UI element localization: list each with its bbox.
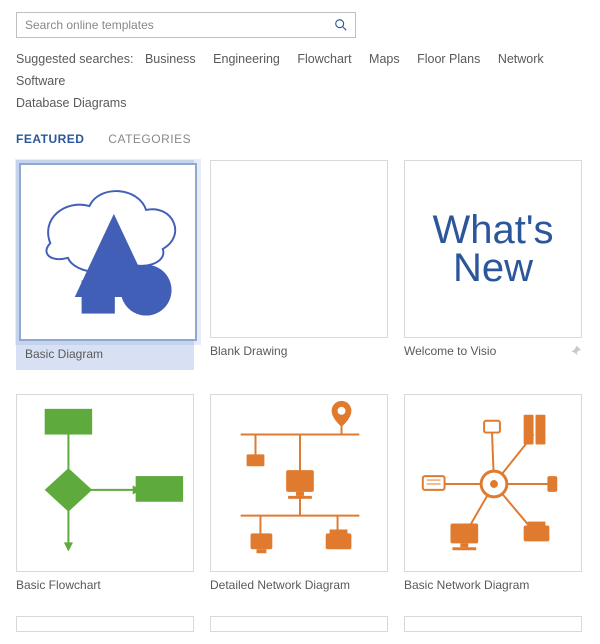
suggested-link-engineering[interactable]: Engineering [213, 52, 280, 66]
template-thumb [210, 160, 388, 338]
template-thumb [19, 163, 197, 341]
search-icon [334, 18, 348, 32]
template-label: Basic Diagram [25, 347, 103, 361]
suggested-link-business[interactable]: Business [145, 52, 196, 66]
template-partial[interactable] [210, 616, 388, 632]
template-caption: Basic Diagram [19, 347, 197, 361]
template-label: Welcome to Visio [404, 344, 496, 358]
whats-new-text: What's New [433, 211, 554, 287]
tab-categories[interactable]: CATEGORIES [108, 132, 191, 146]
search-button[interactable] [327, 18, 355, 32]
suggested-link-floorplans[interactable]: Floor Plans [417, 52, 480, 66]
template-label: Blank Drawing [210, 344, 287, 358]
template-thumb [16, 394, 194, 572]
start-page: Suggested searches: Business Engineering… [0, 0, 600, 644]
suggested-row: Suggested searches: Business Engineering… [16, 48, 584, 114]
suggested-link-database[interactable]: Database Diagrams [16, 96, 126, 110]
template-label: Basic Flowchart [16, 578, 101, 592]
template-basic-network[interactable]: Basic Network Diagram [404, 394, 582, 592]
suggested-link-network[interactable]: Network [498, 52, 544, 66]
template-caption: Basic Network Diagram [404, 578, 582, 592]
template-basic-flowchart[interactable]: Basic Flowchart [16, 394, 194, 592]
template-partial[interactable] [16, 616, 194, 632]
template-thumb [210, 394, 388, 572]
search-box [16, 12, 356, 38]
template-detailed-network[interactable]: Detailed Network Diagram [210, 394, 388, 592]
whats-new-line2: New [433, 249, 554, 287]
detailed-network-icon [211, 394, 387, 572]
template-thumb: What's New [404, 160, 582, 338]
template-basic-diagram[interactable]: Basic Diagram [16, 160, 194, 370]
basic-diagram-icon [21, 163, 195, 341]
template-label: Basic Network Diagram [404, 578, 529, 592]
template-thumb [404, 394, 582, 572]
template-grid: Basic Diagram Blank Drawing What's New W… [16, 160, 584, 632]
template-partial[interactable] [404, 616, 582, 632]
search-input[interactable] [17, 18, 327, 32]
pin-icon[interactable] [570, 345, 582, 357]
suggested-link-maps[interactable]: Maps [369, 52, 400, 66]
suggested-label: Suggested searches: [16, 52, 133, 66]
template-blank-drawing[interactable]: Blank Drawing [210, 160, 388, 370]
template-welcome-to-visio[interactable]: What's New Welcome to Visio [404, 160, 582, 370]
suggested-link-software[interactable]: Software [16, 74, 65, 88]
basic-network-icon [405, 394, 581, 572]
template-label: Detailed Network Diagram [210, 578, 350, 592]
template-caption: Welcome to Visio [404, 344, 582, 358]
suggested-link-flowchart[interactable]: Flowchart [297, 52, 351, 66]
template-caption: Detailed Network Diagram [210, 578, 388, 592]
template-caption: Basic Flowchart [16, 578, 194, 592]
whats-new-line1: What's [433, 211, 554, 249]
template-caption: Blank Drawing [210, 344, 388, 358]
category-tabs: FEATURED CATEGORIES [16, 132, 584, 146]
flowchart-icon [17, 394, 193, 572]
tab-featured[interactable]: FEATURED [16, 132, 84, 146]
